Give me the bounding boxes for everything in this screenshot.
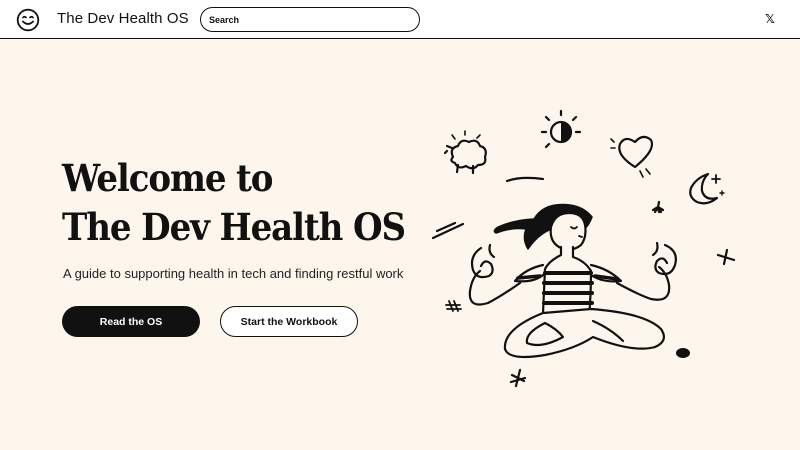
hero-title-line-2: The Dev Health OS: [62, 205, 406, 249]
hash-mark-icon: [445, 300, 462, 312]
face: [549, 211, 587, 251]
site-header: The Dev Health OS 𝕏: [0, 0, 800, 39]
star-right-icon: [651, 200, 665, 214]
smiley-logo-icon[interactable]: [16, 8, 40, 32]
right-hand: [651, 241, 677, 276]
hero-title: Welcome to The Dev Health OS: [62, 154, 406, 252]
right-arm: [615, 265, 671, 301]
sun-icon: [540, 109, 582, 149]
meditation-illustration: [431, 109, 736, 388]
left-hand: [470, 243, 496, 279]
x-social-icon[interactable]: 𝕏: [763, 11, 777, 27]
hero-subtitle: A guide to supporting health in tech and…: [63, 266, 404, 281]
heart-icon: [610, 135, 653, 178]
hero-title-line-1: Welcome to: [62, 156, 273, 200]
pebble: [676, 348, 690, 358]
search-input[interactable]: [209, 12, 409, 27]
site-title[interactable]: The Dev Health OS: [57, 10, 189, 27]
star-far-right-icon: [716, 248, 736, 266]
crossed-legs: [503, 307, 665, 359]
start-workbook-button[interactable]: Start the Workbook: [220, 306, 358, 337]
moon-icon: [689, 172, 725, 205]
sheep-icon: [443, 130, 487, 175]
star-bottom-icon: [509, 368, 527, 388]
read-the-os-button[interactable]: Read the OS: [62, 306, 200, 337]
search-box[interactable]: [200, 7, 420, 32]
